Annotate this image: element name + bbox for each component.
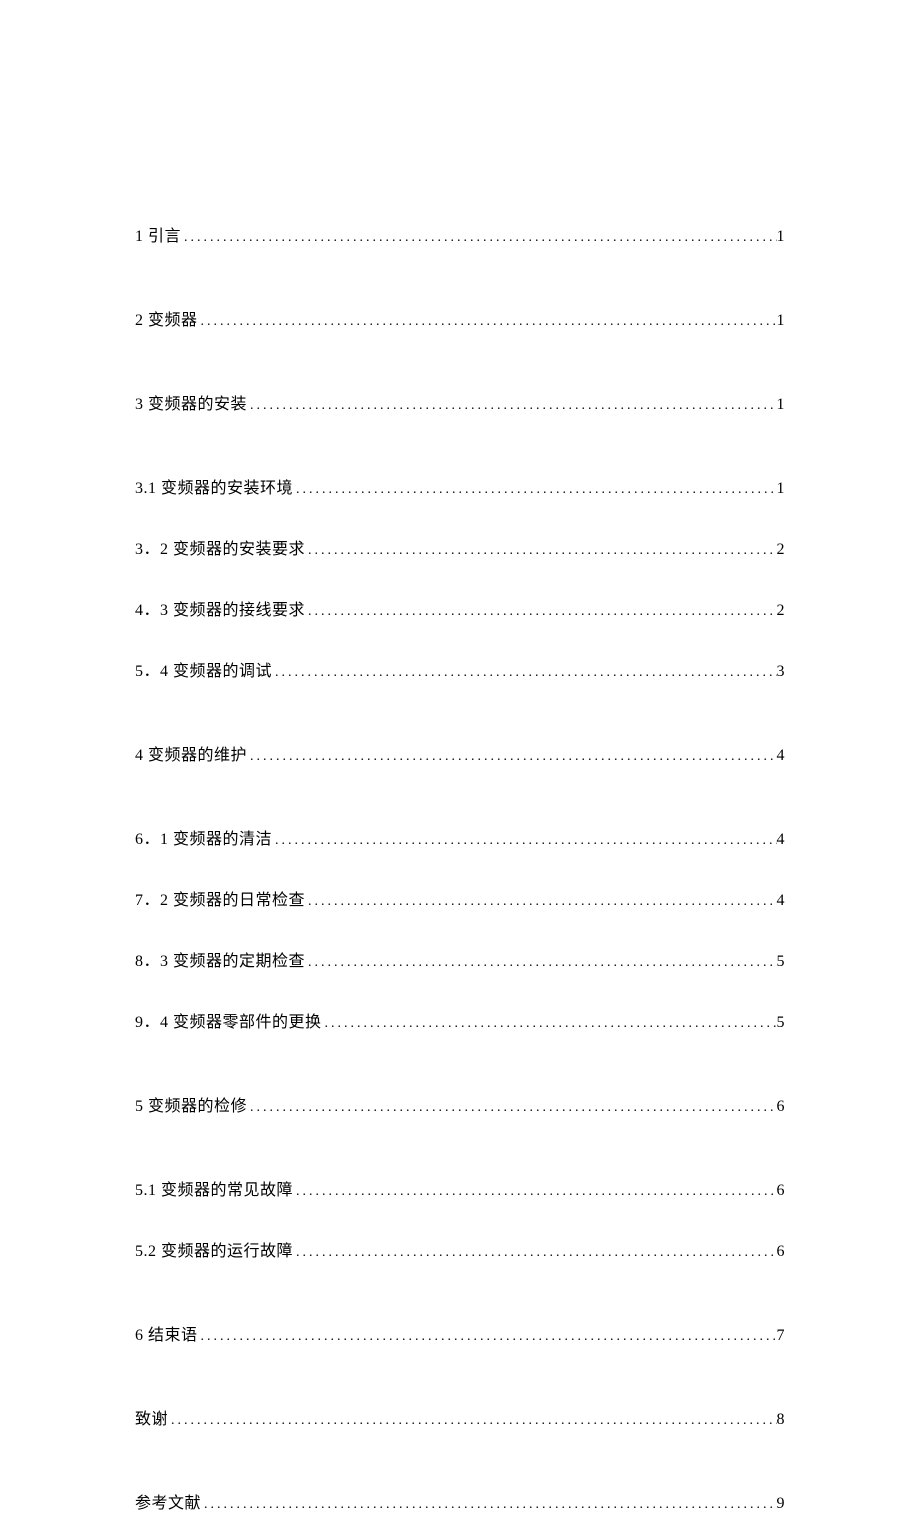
toc-entry-label: 4．3 变频器的接线要求 (135, 599, 305, 623)
toc-entry-label: 1 引言 (135, 225, 181, 249)
toc-entry-page: 8 (777, 1408, 786, 1432)
toc-entry: 5.2 变频器的运行故障............................… (135, 1240, 785, 1264)
toc-entry: 3．2 变频器的安装要求............................… (135, 538, 785, 562)
toc-entry: 3.1 变频器的安装环境............................… (135, 477, 785, 501)
toc-entry: 4 变频器的维护................................… (135, 744, 785, 768)
toc-entry: 参考文献....................................… (135, 1492, 785, 1516)
toc-entry-page: 1 (777, 225, 786, 249)
toc-entry: 致谢......................................… (135, 1408, 785, 1432)
toc-entry-label: 5.1 变频器的常见故障 (135, 1179, 293, 1203)
toc-entry: 6 结束语...................................… (135, 1324, 785, 1348)
toc-entry-page: 1 (777, 309, 786, 333)
toc-entry-label: 5.2 变频器的运行故障 (135, 1240, 293, 1264)
toc-entry-page: 1 (777, 477, 786, 501)
toc-entry-label: 致谢 (135, 1408, 168, 1432)
toc-entry-page: 3 (777, 660, 786, 684)
toc-entry-label: 3 变频器的安装 (135, 393, 247, 417)
toc-entry-leader: ........................................… (181, 227, 776, 248)
toc-entry-leader: ........................................… (247, 395, 776, 416)
toc-entry-label: 4 变频器的维护 (135, 744, 247, 768)
toc-entry-leader: ........................................… (293, 1181, 776, 1202)
toc-entry-leader: ........................................… (305, 952, 776, 973)
toc-entry-label: 9．4 变频器零部件的更换 (135, 1011, 322, 1035)
toc-entry-label: 3．2 变频器的安装要求 (135, 538, 305, 562)
toc-entry: 5．4 变频器的调试..............................… (135, 660, 785, 684)
toc-entry: 9．4 变频器零部件的更换...........................… (135, 1011, 785, 1035)
toc-entry: 8．3 变频器的定期检查............................… (135, 950, 785, 974)
toc-entry-label: 8．3 变频器的定期检查 (135, 950, 305, 974)
toc-entry-page: 6 (777, 1240, 786, 1264)
toc-entry-leader: ........................................… (322, 1013, 777, 1034)
document-page: 1 引言....................................… (0, 0, 920, 1516)
toc-entry-leader: ........................................… (198, 311, 777, 332)
toc-entry-page: 7 (777, 1324, 786, 1348)
toc-entry-leader: ........................................… (198, 1326, 777, 1347)
toc-entry-leader: ........................................… (168, 1410, 776, 1431)
toc-entry-label: 5．4 变频器的调试 (135, 660, 272, 684)
toc-entry-leader: ........................................… (201, 1494, 776, 1515)
toc-entry: 7．2 变频器的日常检查............................… (135, 889, 785, 913)
toc-entry-page: 4 (777, 889, 786, 913)
toc-entry-label: 参考文献 (135, 1492, 201, 1516)
toc-entry-label: 3.1 变频器的安装环境 (135, 477, 293, 501)
toc-entry: 5 变频器的检修................................… (135, 1095, 785, 1119)
toc-entry-leader: ........................................… (272, 830, 776, 851)
toc-entry-page: 5 (777, 1011, 786, 1035)
toc-entry-label: 7．2 变频器的日常检查 (135, 889, 305, 913)
toc-entry: 3 变频器的安装................................… (135, 393, 785, 417)
toc-entry-leader: ........................................… (305, 891, 776, 912)
toc-entry-label: 5 变频器的检修 (135, 1095, 247, 1119)
toc-entry-leader: ........................................… (293, 479, 776, 500)
toc-entry: 6．1 变频器的清洁..............................… (135, 828, 785, 852)
toc-entry-label: 6 结束语 (135, 1324, 198, 1348)
toc-entry-page: 2 (777, 538, 786, 562)
toc-entry: 1 引言....................................… (135, 225, 785, 249)
toc-entry-page: 9 (777, 1492, 786, 1516)
toc-entry-label: 2 变频器 (135, 309, 198, 333)
toc-entry-page: 4 (777, 828, 786, 852)
table-of-contents: 1 引言....................................… (135, 225, 785, 1516)
toc-entry-leader: ........................................… (305, 540, 776, 561)
toc-entry-label: 6．1 变频器的清洁 (135, 828, 272, 852)
toc-entry-page: 6 (777, 1179, 786, 1203)
toc-entry-page: 1 (777, 393, 786, 417)
toc-entry-page: 2 (777, 599, 786, 623)
toc-entry-leader: ........................................… (247, 1097, 776, 1118)
toc-entry-page: 5 (777, 950, 786, 974)
toc-entry: 4．3 变频器的接线要求............................… (135, 599, 785, 623)
toc-entry-page: 6 (777, 1095, 786, 1119)
toc-entry-leader: ........................................… (272, 662, 776, 683)
toc-entry: 5.1 变频器的常见故障............................… (135, 1179, 785, 1203)
toc-entry-leader: ........................................… (293, 1242, 776, 1263)
toc-entry-page: 4 (777, 744, 786, 768)
toc-entry-leader: ........................................… (247, 746, 776, 767)
toc-entry: 2 变频器...................................… (135, 309, 785, 333)
toc-entry-leader: ........................................… (305, 601, 776, 622)
